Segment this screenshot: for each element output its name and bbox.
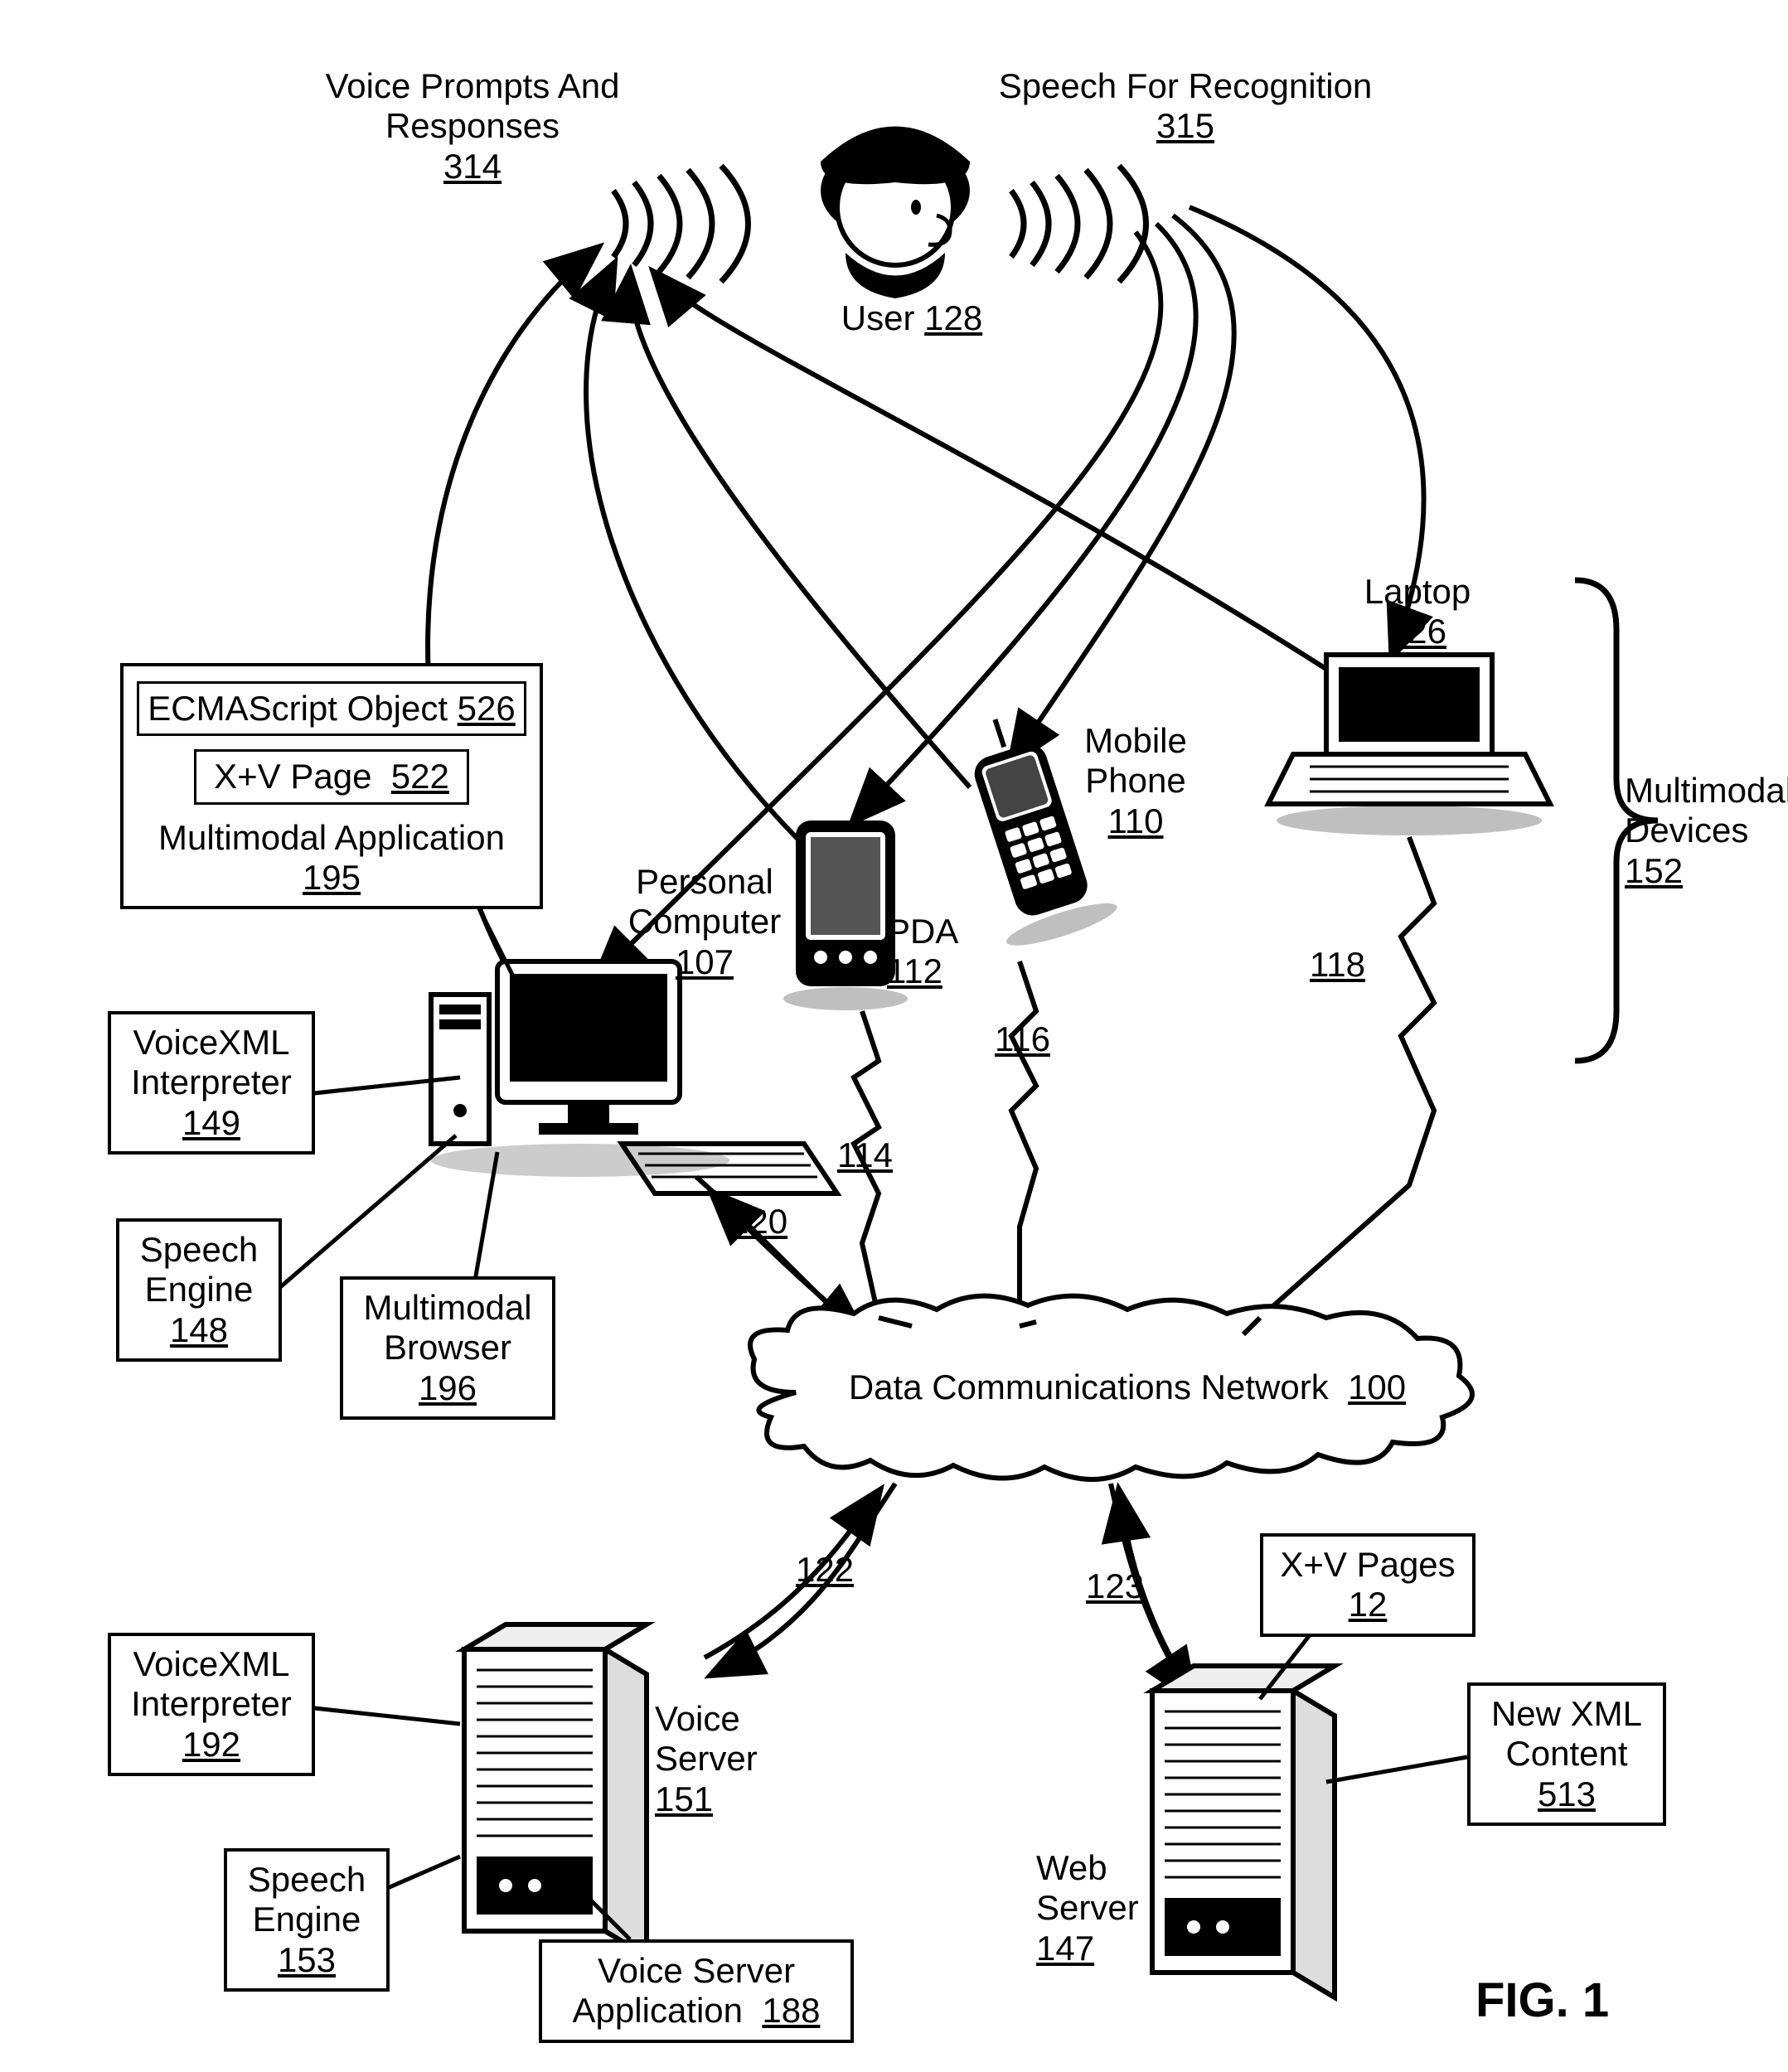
soundwave-right-icon [1011, 166, 1146, 282]
voice-server-icon [464, 1624, 647, 1956]
ecmascript-object-box: ECMAScript Object 526 [137, 681, 526, 736]
voicexml-interpreter-149-box: VoiceXML Interpreter149 [108, 1011, 315, 1155]
figure-label: FIG. 1 [1475, 1973, 1609, 2028]
user-label: User 128 [821, 298, 1003, 338]
user-icon [821, 127, 970, 299]
link-118: 118 [1310, 945, 1365, 985]
link-114: 114 [837, 1135, 893, 1175]
laptop-label: Laptop126 [1343, 572, 1492, 652]
pc-label: Personal Computer107 [613, 862, 796, 982]
speech-engine-148-box: Speech Engine148 [116, 1218, 282, 1362]
pc-icon [431, 961, 837, 1193]
speech-rec-label: Speech For Recognition315 [986, 66, 1384, 147]
mobile-label: Mobile Phone110 [1069, 721, 1202, 841]
multimodal-app-label: Multimodal Application195 [135, 818, 528, 898]
multimodal-devices-label: Multimodal Devices152 [1625, 771, 1788, 891]
link-123: 123 [1086, 1566, 1144, 1606]
xv-page-box: X+V Page 522 [194, 749, 469, 804]
link-120: 120 [729, 1202, 787, 1242]
cloud-label: Data Communications Network 100 [837, 1368, 1417, 1407]
xv-pages-box: X+V Pages12 [1260, 1533, 1475, 1637]
multimodal-app-box: ECMAScript Object 526 X+V Page 522 Multi… [120, 663, 543, 909]
voice-prompts-label: Voice Prompts And Responses314 [240, 66, 705, 186]
voicexml-interpreter-192-box: VoiceXML Interpreter192 [108, 1633, 315, 1776]
link-122: 122 [796, 1550, 854, 1590]
voice-server-app-box: Voice Server Application 188 [539, 1939, 854, 2043]
multimodal-browser-box: Multimodal Browser196 [340, 1276, 555, 1420]
diagram-canvas: Voice Prompts And Responses314 Speech Fo… [0, 0, 1788, 2072]
web-server-icon [1152, 1666, 1335, 1997]
speech-engine-153-box: Speech Engine153 [224, 1848, 390, 1992]
web-server-label: Web Server147 [1036, 1848, 1169, 1968]
laptop-icon [1268, 655, 1550, 835]
voice-server-label: Voice Server151 [655, 1699, 796, 1819]
new-xml-content-box: New XML Content513 [1467, 1682, 1666, 1826]
pda-label: PDA112 [887, 912, 986, 992]
link-116: 116 [995, 1019, 1050, 1059]
